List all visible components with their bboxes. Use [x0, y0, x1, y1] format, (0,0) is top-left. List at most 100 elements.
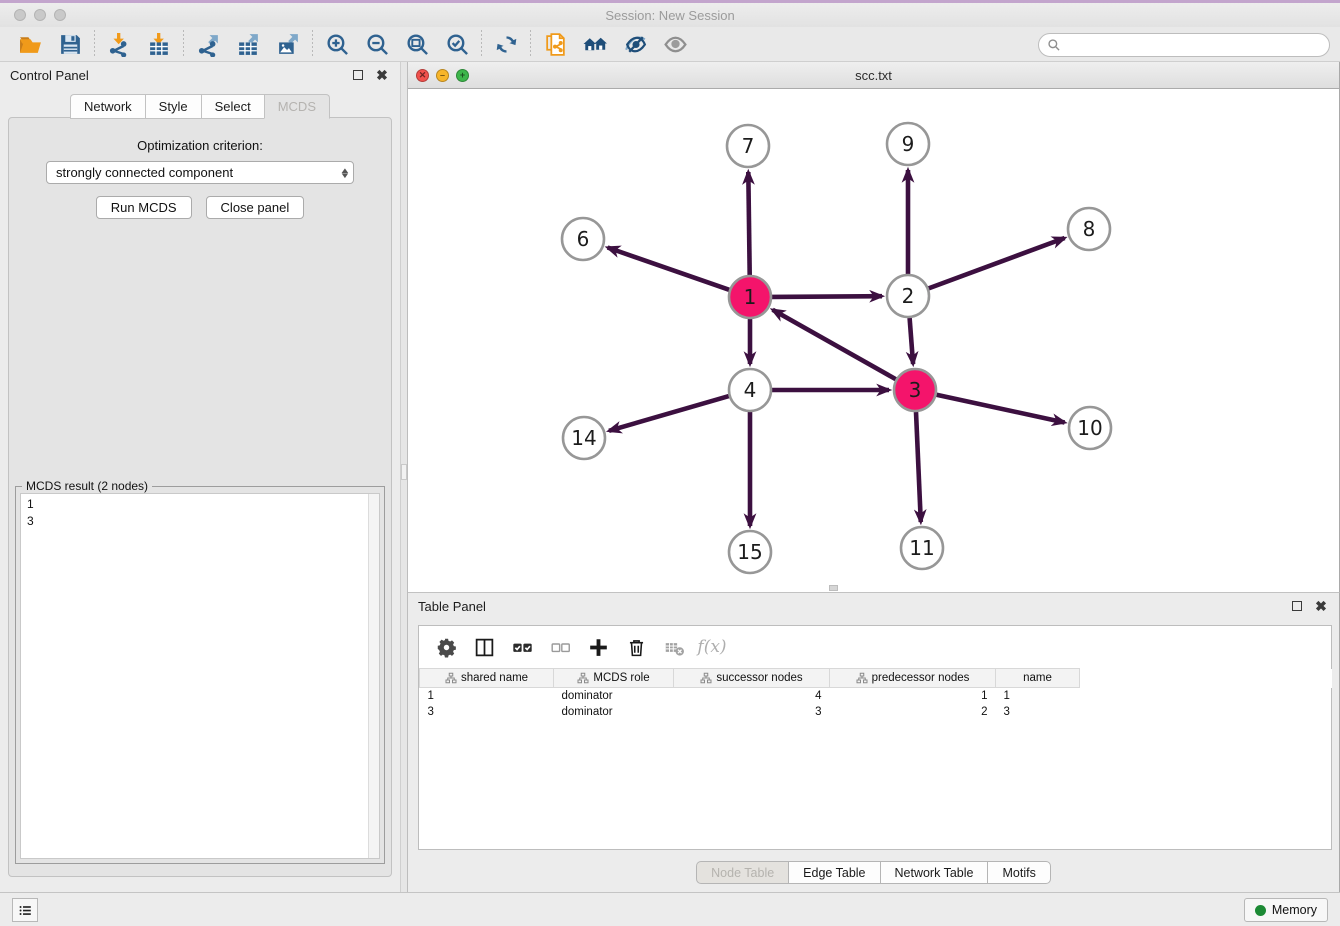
graph-edge-1-7[interactable]	[748, 172, 749, 275]
optimization-criterion-select[interactable]: strongly connected component ▲▼	[46, 161, 354, 184]
eye-button[interactable]	[655, 29, 695, 59]
columns-button[interactable]	[467, 632, 501, 662]
table-cell[interactable]: 1	[996, 688, 1080, 704]
select-all-checks-button[interactable]	[505, 632, 539, 662]
run-mcds-button[interactable]: Run MCDS	[96, 196, 192, 219]
table-cell[interactable]: dominator	[554, 704, 674, 720]
gear-button[interactable]	[429, 632, 463, 662]
graph-node-3[interactable]: 3	[894, 369, 936, 411]
table-row[interactable]: 3dominator323	[420, 704, 1332, 720]
graph-node-14[interactable]: 14	[563, 417, 605, 459]
tab-network-table[interactable]: Network Table	[880, 861, 988, 884]
graph-edge-1-6[interactable]	[608, 248, 730, 290]
splitter-grip[interactable]	[401, 464, 407, 480]
open-folder-button[interactable]	[10, 29, 50, 59]
export-network-button[interactable]	[188, 29, 228, 59]
mcds-result-title: MCDS result (2 nodes)	[22, 479, 152, 493]
graph[interactable]: 7 9 6 8 1 2 4 3 14 10 15 11	[408, 89, 1340, 592]
tab-network[interactable]: Network	[70, 94, 145, 119]
search-input[interactable]	[1061, 35, 1329, 55]
graph-edge-4-14[interactable]	[609, 396, 729, 431]
mcds-result-area[interactable]: 13	[20, 493, 380, 859]
graph-node-2[interactable]: 2	[887, 275, 929, 317]
graph-node-4[interactable]: 4	[729, 369, 771, 411]
canvas-scroll-nub[interactable]	[829, 585, 838, 591]
graph-node-label: 3	[909, 378, 922, 402]
column-header-name[interactable]: name	[996, 669, 1080, 688]
zoom-selected-button[interactable]	[437, 29, 477, 59]
table-cell[interactable]: 3	[674, 704, 830, 720]
table-float-panel-icon[interactable]	[1289, 598, 1305, 614]
result-scrollbar[interactable]	[368, 494, 379, 858]
panel-splitter[interactable]	[400, 62, 408, 892]
table-cell[interactable]: 2	[830, 704, 996, 720]
delete-row-button[interactable]	[619, 632, 653, 662]
close-panel-icon[interactable]: ✖	[374, 67, 390, 83]
column-header-predecessor-nodes[interactable]: predecessor nodes	[830, 669, 996, 688]
graph-edge-3-10[interactable]	[937, 395, 1065, 423]
export-image-button[interactable]	[268, 29, 308, 59]
column-header-MCDS-role[interactable]: MCDS role	[554, 669, 674, 688]
save-button[interactable]	[50, 29, 90, 59]
table-row[interactable]: 1dominator411	[420, 688, 1332, 704]
table-cell[interactable]: 3	[420, 704, 554, 720]
home-pair-icon	[583, 32, 608, 57]
float-panel-icon[interactable]	[350, 67, 366, 83]
tab-edge-table[interactable]: Edge Table	[788, 861, 879, 884]
refresh-button[interactable]	[486, 29, 526, 59]
deselect-all-checks-icon	[550, 637, 571, 658]
graph-node-6[interactable]: 6	[562, 218, 604, 260]
graph-edge-2-8[interactable]	[929, 238, 1065, 288]
search-input-wrap[interactable]	[1038, 33, 1330, 57]
table-cell[interactable]: 3	[996, 704, 1080, 720]
graph-node-8[interactable]: 8	[1068, 208, 1110, 250]
column-label: successor nodes	[716, 672, 802, 684]
add-row-button[interactable]	[581, 632, 615, 662]
graph-node-11[interactable]: 11	[901, 527, 943, 569]
column-header-successor-nodes[interactable]: successor nodes	[674, 669, 830, 688]
column-label: MCDS role	[593, 672, 649, 684]
export-table-icon	[236, 32, 261, 57]
graph-node-7[interactable]: 7	[727, 125, 769, 167]
import-network-button[interactable]	[99, 29, 139, 59]
delete-row-icon	[626, 637, 647, 658]
tab-mcds[interactable]: MCDS	[264, 94, 330, 119]
table-cell[interactable]: 1	[420, 688, 554, 704]
eye-icon	[663, 32, 688, 57]
tab-motifs[interactable]: Motifs	[987, 861, 1050, 884]
doc-share-button[interactable]	[535, 29, 575, 59]
zoom-fit-button[interactable]	[397, 29, 437, 59]
tab-select[interactable]: Select	[201, 94, 264, 119]
import-table-button[interactable]	[139, 29, 179, 59]
home-pair-button[interactable]	[575, 29, 615, 59]
graph-edge-3-1[interactable]	[773, 310, 896, 379]
zoom-out-button[interactable]	[357, 29, 397, 59]
table-close-panel-icon[interactable]: ✖	[1313, 598, 1329, 614]
fx-button[interactable]: f(x)	[695, 632, 729, 662]
export-table-button[interactable]	[228, 29, 268, 59]
column-header-shared-name[interactable]: shared name	[420, 669, 554, 688]
graph-node-1[interactable]: 1	[729, 276, 771, 318]
tab-node-table[interactable]: Node Table	[696, 861, 788, 884]
graph-node-15[interactable]: 15	[729, 531, 771, 573]
graph-edge-1-2[interactable]	[772, 296, 882, 297]
close-panel-button[interactable]: Close panel	[206, 196, 305, 219]
hide-annotations-button[interactable]	[615, 29, 655, 59]
table-cell[interactable]: dominator	[554, 688, 674, 704]
table-cell[interactable]: 4	[674, 688, 830, 704]
deselect-all-checks-button[interactable]	[543, 632, 577, 662]
graph-edge-2-3[interactable]	[910, 318, 914, 364]
memory-button[interactable]: Memory	[1244, 898, 1328, 922]
graph-node-10[interactable]: 10	[1069, 407, 1111, 449]
table-cell[interactable]: 1	[830, 688, 996, 704]
graph-node-9[interactable]: 9	[887, 123, 929, 165]
delete-table-button[interactable]	[657, 632, 691, 662]
graph-edge-3-11[interactable]	[916, 412, 921, 522]
tab-style[interactable]: Style	[145, 94, 201, 119]
hide-annotations-icon	[623, 32, 648, 57]
network-window-titlebar[interactable]: ✕ – + scc.txt	[408, 62, 1339, 89]
network-canvas[interactable]: 7 9 6 8 1 2 4 3 14 10 15 11	[408, 89, 1339, 592]
task-history-button[interactable]	[12, 898, 38, 922]
zoom-in-button[interactable]	[317, 29, 357, 59]
node-table[interactable]: shared name MCDS role successor nodes prede…	[419, 668, 1332, 720]
